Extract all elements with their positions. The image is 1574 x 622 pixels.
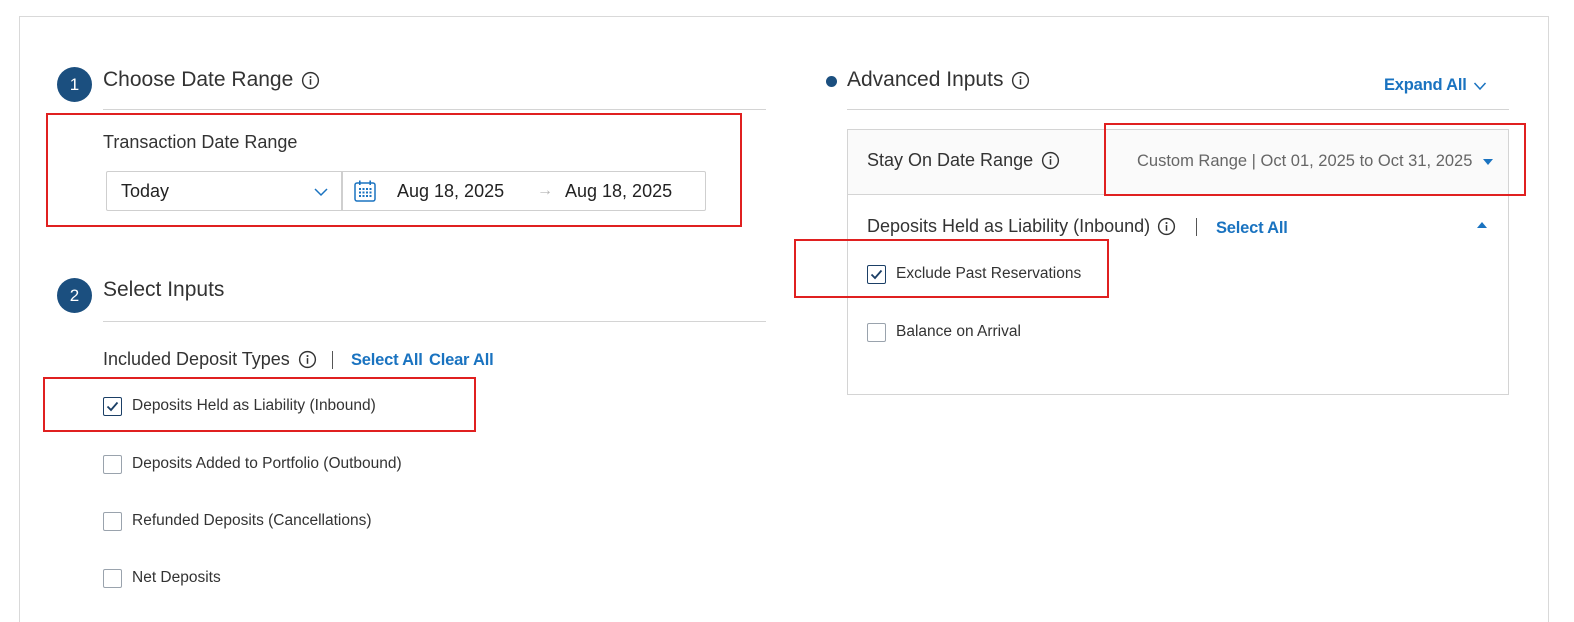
option-label: Deposits Held as Liability (Inbound) [132, 397, 376, 414]
advanced-inputs-heading: Advanced Inputs [847, 68, 1030, 92]
select-all-link[interactable]: Select All [1216, 219, 1288, 238]
caret-up-icon[interactable] [1477, 222, 1487, 228]
section-title-date-range: Choose Date Range [103, 68, 294, 91]
divider [103, 321, 766, 322]
divider [847, 109, 1509, 110]
included-deposit-types-header: Included Deposit Types [103, 349, 317, 370]
clear-all-link[interactable]: Clear All [429, 351, 494, 370]
transaction-date-range-label: Transaction Date Range [103, 132, 298, 152]
stay-date-range-label: Stay On Date Range [867, 150, 1034, 170]
checkbox-net-deposits[interactable] [103, 569, 122, 588]
step-1-number: 1 [69, 74, 80, 94]
section-title-advanced-inputs: Advanced Inputs [847, 68, 1004, 91]
caret-down-icon [1483, 158, 1494, 165]
start-date-input[interactable]: Aug 18, 2025 [397, 181, 504, 202]
divider [103, 109, 766, 110]
option-label: Exclude Past Reservations [896, 265, 1082, 282]
option-label: Net Deposits [132, 569, 221, 586]
end-date-input[interactable]: Aug 18, 2025 [565, 181, 672, 202]
select-all-link[interactable]: Select All [351, 351, 423, 370]
separator [1196, 218, 1197, 236]
stay-date-range-row: Stay On Date Range Custom Range | Oct 01… [848, 130, 1508, 195]
inbound-group-label: Deposits Held as Liability (Inbound) [867, 216, 1151, 236]
step-2-number: 2 [69, 285, 80, 305]
chevron-down-icon [1473, 81, 1486, 90]
info-icon[interactable] [1157, 217, 1176, 236]
info-icon[interactable] [301, 71, 320, 90]
step-2-badge: 2 [57, 278, 92, 313]
choose-date-range-heading: Choose Date Range [103, 68, 320, 92]
section-title-select-inputs: Select Inputs [103, 278, 225, 301]
stay-date-range-dropdown[interactable]: Custom Range | Oct 01, 2025 to Oct 31, 2… [1137, 152, 1494, 171]
info-icon[interactable] [1011, 71, 1030, 90]
date-range-picker[interactable]: Aug 18, 2025 → Aug 18, 2025 [342, 171, 706, 211]
info-icon[interactable] [1041, 151, 1060, 170]
bullet-dot [826, 76, 837, 87]
option-label: Refunded Deposits (Cancellations) [132, 512, 372, 529]
stay-date-range-value: Custom Range | Oct 01, 2025 to Oct 31, 2… [1137, 152, 1473, 170]
option-label: Deposits Added to Portfolio (Outbound) [132, 455, 402, 472]
info-icon[interactable] [298, 350, 317, 369]
date-preset-value: Today [121, 181, 170, 201]
calendar-icon[interactable] [353, 179, 377, 203]
expand-all-label: Expand All [1384, 76, 1467, 94]
expand-all-button[interactable]: Expand All [1384, 76, 1487, 95]
checkbox-balance-on-arrival[interactable] [867, 323, 886, 342]
included-deposit-types-label: Included Deposit Types [103, 349, 290, 369]
checkbox-deposits-added-portfolio[interactable] [103, 455, 122, 474]
advanced-inputs-panel: Stay On Date Range Custom Range | Oct 01… [847, 129, 1509, 395]
checkmark-icon [106, 401, 119, 412]
checkbox-refunded-deposits[interactable] [103, 512, 122, 531]
inbound-group-header: Deposits Held as Liability (Inbound) [867, 216, 1176, 237]
checkmark-icon [870, 269, 883, 280]
chevron-down-icon [314, 188, 328, 197]
date-preset-select[interactable]: Today [106, 171, 342, 211]
checkbox-deposits-held-liability[interactable] [103, 397, 122, 416]
arrow-right-icon: → [537, 182, 553, 199]
step-1-badge: 1 [57, 67, 92, 102]
separator [332, 351, 333, 369]
stay-date-range-header: Stay On Date Range [867, 150, 1060, 171]
option-label: Balance on Arrival [896, 323, 1021, 340]
checkbox-exclude-past-reservations[interactable] [867, 265, 886, 284]
